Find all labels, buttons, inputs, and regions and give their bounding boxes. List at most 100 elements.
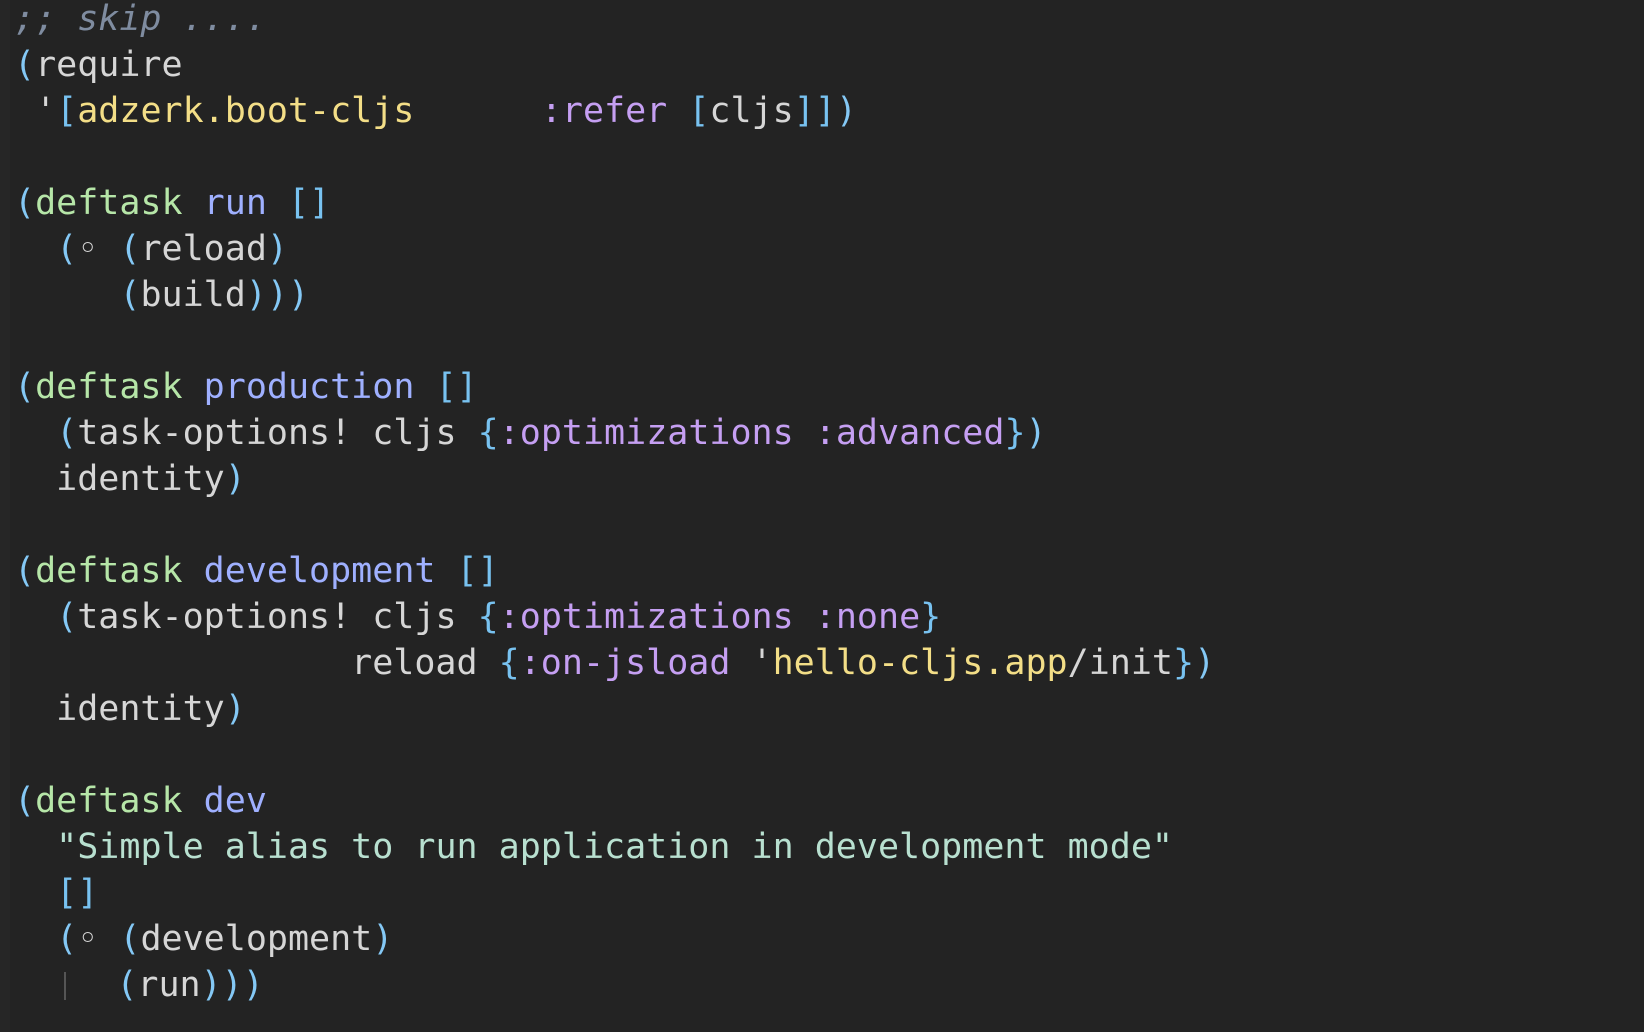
code-token-clj-keyword: :optimizations bbox=[498, 597, 794, 637]
code-line[interactable]: (deftask development [] bbox=[14, 548, 1644, 594]
code-token-clj-keyword: :optimizations bbox=[498, 413, 794, 453]
code-token-paren: ) bbox=[372, 919, 394, 959]
code-token-paren: ( bbox=[14, 183, 36, 223]
code-line[interactable]: (◦ (development) bbox=[14, 916, 1644, 962]
code-token-plain: ◦ bbox=[77, 229, 99, 269]
code-token-clj-keyword: :advanced bbox=[814, 413, 1005, 453]
code-token-paren: ))) bbox=[245, 275, 310, 315]
code-token-bracket: ]] bbox=[793, 91, 836, 131]
code-token-paren: ( bbox=[119, 275, 141, 315]
code-token-plain: ' bbox=[14, 91, 57, 131]
code-line[interactable]: (task-options! cljs {:optimizations :adv… bbox=[14, 410, 1644, 456]
code-token-bracket: } bbox=[920, 597, 942, 637]
code-line[interactable]: (run))) bbox=[14, 962, 1644, 1008]
code-line[interactable]: reload {:on-jsload 'hello-cljs.app/init}… bbox=[14, 640, 1644, 686]
code-token-paren: ( bbox=[119, 919, 141, 959]
code-token-comment: ;; skip .... bbox=[14, 0, 267, 39]
code-token-bracket: { bbox=[498, 643, 520, 683]
code-line[interactable]: (build))) bbox=[14, 272, 1644, 318]
code-token-paren: ) bbox=[266, 229, 288, 269]
code-token-paren: ))) bbox=[200, 965, 264, 1005]
code-token-paren: ( bbox=[56, 919, 78, 959]
code-line[interactable]: (deftask dev bbox=[14, 778, 1644, 824]
code-token-keyword-def: deftask bbox=[35, 551, 183, 591]
code-line[interactable]: (deftask run [] bbox=[14, 180, 1644, 226]
code-line[interactable] bbox=[14, 134, 1644, 180]
code-token-plain: build bbox=[140, 275, 246, 315]
code-token-paren: ( bbox=[14, 45, 36, 85]
code-token-namespace: adzerk.boot-cljs bbox=[77, 91, 415, 131]
code-line[interactable]: ;; skip .... bbox=[14, 0, 1644, 42]
code-token-plain: require bbox=[35, 45, 183, 85]
code-line[interactable]: (deftask production [] bbox=[14, 364, 1644, 410]
code-lines[interactable]: ;; skip .... (require '[adzerk.boot-cljs … bbox=[14, 0, 1644, 1008]
code-line[interactable]: (task-options! cljs {:optimizations :non… bbox=[14, 594, 1644, 640]
code-token-namespace: hello-cljs.app bbox=[772, 643, 1068, 683]
code-line[interactable] bbox=[14, 502, 1644, 548]
code-token-paren: ) bbox=[1194, 643, 1216, 683]
code-token-paren: ) bbox=[224, 459, 246, 499]
code-line[interactable]: identity) bbox=[14, 686, 1644, 732]
code-line[interactable]: (◦ (reload) bbox=[14, 226, 1644, 272]
code-token-plain: reload bbox=[14, 643, 499, 683]
code-line[interactable]: "Simple alias to run application in deve… bbox=[14, 824, 1644, 870]
editor-gutter bbox=[0, 0, 10, 1032]
code-token-bracket: [ bbox=[688, 91, 710, 131]
code-line[interactable]: identity) bbox=[14, 456, 1644, 502]
code-token-paren: ( bbox=[14, 551, 36, 591]
code-token-plain: identity bbox=[14, 689, 225, 729]
code-line[interactable] bbox=[14, 318, 1644, 364]
code-line[interactable]: [] bbox=[14, 870, 1644, 916]
code-token-paren: ) bbox=[1025, 413, 1047, 453]
code-token-plain: task-options! cljs bbox=[77, 413, 478, 453]
indent-guide bbox=[64, 972, 67, 1000]
code-line[interactable]: '[adzerk.boot-cljs :refer [cljs]]) bbox=[14, 88, 1644, 134]
code-token-paren: ( bbox=[116, 965, 138, 1005]
code-token-fn-name: dev bbox=[203, 781, 267, 821]
code-token-plain: ' bbox=[751, 643, 773, 683]
code-token-fn-name: development bbox=[203, 551, 436, 591]
code-token-fn-name: production bbox=[203, 367, 415, 407]
code-line[interactable]: (require bbox=[14, 42, 1644, 88]
code-token-clj-keyword: :none bbox=[814, 597, 921, 637]
code-token-bracket: [] bbox=[56, 873, 99, 913]
code-token-plain: ◦ bbox=[77, 919, 99, 959]
code-token-paren: ) bbox=[224, 689, 246, 729]
code-token-fn-name: run bbox=[203, 183, 267, 223]
code-token-bracket: { bbox=[477, 413, 499, 453]
code-token-bracket: [] bbox=[456, 551, 499, 591]
code-token-paren: ( bbox=[119, 229, 141, 269]
code-token-bracket: } bbox=[1172, 643, 1195, 683]
code-editor[interactable]: ;; skip .... (require '[adzerk.boot-cljs … bbox=[0, 0, 1644, 1032]
code-token-paren: ( bbox=[14, 781, 36, 821]
code-line[interactable] bbox=[14, 732, 1644, 778]
code-token-paren: ) bbox=[835, 91, 857, 131]
code-token-paren: ( bbox=[14, 367, 36, 407]
code-token-paren: ( bbox=[56, 229, 78, 269]
code-token-bracket: [] bbox=[435, 367, 478, 407]
code-token-clj-keyword: :on-jsload bbox=[519, 643, 731, 683]
code-token-plain: /init bbox=[1067, 643, 1173, 683]
code-token-bracket: [] bbox=[287, 183, 331, 223]
